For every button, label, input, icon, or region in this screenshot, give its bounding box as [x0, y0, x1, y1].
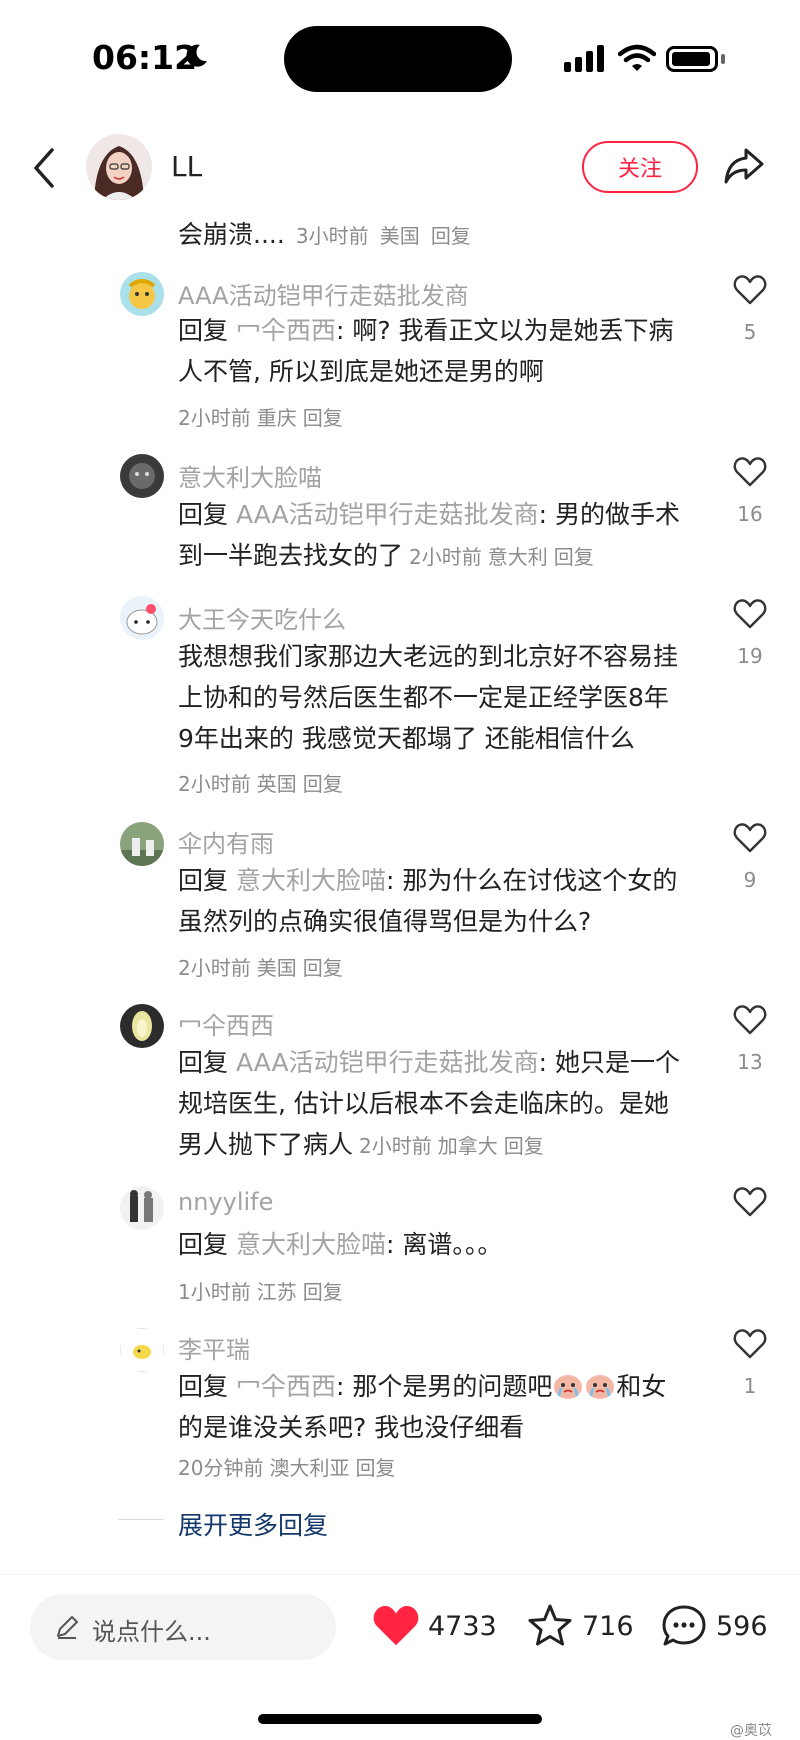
comment-time: 2小时前	[178, 406, 251, 430]
comment-time: 2小时前	[178, 956, 251, 980]
home-indicator	[258, 1714, 542, 1724]
reply-link[interactable]: 回复	[303, 406, 343, 430]
comment-location: 美国	[379, 224, 420, 248]
like-count: 1	[743, 1374, 757, 1398]
reply-link[interactable]: 回复	[303, 1280, 343, 1304]
comment-meta: 1小时前 江苏 回复	[178, 1276, 349, 1305]
comment-location: 江苏	[256, 1280, 297, 1304]
comment-time: 2小时前	[359, 1134, 432, 1158]
wifi-icon	[618, 44, 656, 71]
comment-text: 回复 意大利大脸喵: 那为什么在讨伐这个女的 虽然列的点确实很值得骂但是为什么?	[178, 866, 678, 936]
crying-emoji-icon	[586, 1375, 615, 1399]
comment-username[interactable]: 李平瑞	[178, 1330, 250, 1365]
like-count: 16	[737, 502, 763, 526]
comment-text: 我想想我们家那边大老远的到北京好不容易挂 上协和的号然后医生都不一定是正经学医8年…	[178, 642, 679, 753]
comment-location: 重庆	[256, 406, 297, 430]
bottom-divider	[0, 1574, 800, 1575]
comment-text: 回复 AAA活动铠甲行走菇批发商: 男的做手术 到一半跑去找女的了 2小时前 意大利回…	[178, 500, 681, 570]
signal-icon	[564, 45, 604, 72]
comment-username[interactable]: AAA活动铠甲行走菇批发商	[178, 276, 469, 311]
comment-meta: 20分钟前 澳大利亚 回复	[178, 1452, 401, 1481]
battery-nub	[721, 54, 725, 64]
comment-text: 回复 冖仐西西: 那个是男的问题吧 和女 的是谁没关系吧? 我也没仔细看	[178, 1372, 667, 1442]
comment-username[interactable]: 大王今天吃什么	[178, 600, 346, 635]
reply-link[interactable]: 回复	[504, 1134, 544, 1158]
user-avatar[interactable]	[120, 596, 164, 640]
share-icon[interactable]	[722, 146, 766, 186]
comment-meta: 2小时前 美国 回复	[178, 952, 349, 981]
pencil-icon	[57, 1616, 78, 1639]
comment-location: 意大利	[487, 545, 548, 569]
battery-icon	[666, 46, 718, 72]
partial-comment: 会崩溃.... 3小时前 美国 回复	[178, 214, 471, 255]
comment-username[interactable]: 意大利大脸喵	[178, 458, 322, 493]
comment-location: 澳大利亚	[269, 1456, 350, 1480]
comment-time: 1小时前	[178, 1280, 251, 1304]
watermark: @奥苡	[730, 1723, 772, 1739]
comment-bubble-icon[interactable]	[660, 1602, 708, 1650]
heart-outline-icon[interactable]	[733, 1186, 767, 1218]
comment-input-placeholder: 说点什么...	[92, 1618, 211, 1646]
comment-location: 英国	[256, 772, 297, 796]
user-avatar[interactable]	[120, 454, 164, 498]
like-count: 9	[743, 868, 757, 892]
reply-link[interactable]: 回复	[431, 224, 471, 248]
user-avatar[interactable]	[120, 822, 164, 866]
star-icon[interactable]	[526, 1602, 574, 1650]
comment-text: 会崩溃....	[178, 220, 285, 249]
comment-text: 回复 冖仐西西: 啊? 我看正文以为是她丢下病 人不管, 所以到底是她还是男的啊	[178, 316, 674, 386]
comment-meta: 2小时前 重庆 回复	[178, 402, 349, 431]
comment-location: 加拿大	[437, 1134, 498, 1158]
heart-outline-icon[interactable]	[733, 274, 767, 306]
user-avatar[interactable]	[120, 1186, 164, 1230]
user-avatar[interactable]	[120, 1004, 164, 1048]
comment-time: 3小时前	[295, 224, 369, 248]
comment-username[interactable]: 伞内有雨	[178, 824, 274, 859]
reply-link[interactable]: 回复	[355, 1456, 395, 1480]
comment-text: 回复 意大利大脸喵: 离谱。。。	[178, 1230, 503, 1259]
author-avatar[interactable]	[86, 134, 152, 200]
heart-outline-icon[interactable]	[733, 1328, 767, 1360]
heart-outline-icon[interactable]	[733, 598, 767, 630]
heart-outline-icon[interactable]	[733, 456, 767, 488]
author-name[interactable]: LL	[171, 150, 202, 183]
heart-outline-icon[interactable]	[733, 822, 767, 854]
like-count: 13	[737, 1050, 763, 1074]
comment-location: 美国	[256, 956, 297, 980]
comment-text: 回复 AAA活动铠甲行走菇批发商: 她只是一个 规培医生, 估计以后根本不会走临床…	[178, 1048, 681, 1159]
expand-more-replies[interactable]: 展开更多回复	[178, 1506, 328, 1542]
comment-username[interactable]: 冖仐西西	[178, 1006, 274, 1041]
comment-time: 2小时前	[409, 545, 482, 569]
reply-link[interactable]: 回复	[303, 956, 343, 980]
dynamic-island	[284, 26, 512, 92]
heart-outline-icon[interactable]	[733, 1004, 767, 1036]
post-like-count: 4733	[428, 1611, 497, 1642]
moon-icon	[186, 44, 207, 67]
post-comment-count: 596	[716, 1611, 768, 1642]
like-count: 5	[743, 320, 757, 344]
user-avatar[interactable]	[120, 272, 164, 316]
comment-username[interactable]: nnyylife	[178, 1188, 273, 1216]
back-icon[interactable]	[30, 146, 58, 190]
heart-filled-icon[interactable]	[372, 1604, 420, 1648]
user-avatar[interactable]	[120, 1328, 164, 1372]
comment-time: 2小时前	[178, 772, 251, 796]
reply-link[interactable]: 回复	[554, 545, 594, 569]
expand-divider	[118, 1519, 164, 1520]
reply-link[interactable]: 回复	[303, 772, 343, 796]
follow-button[interactable]: 关注	[582, 141, 698, 193]
post-favorite-count: 716	[582, 1611, 634, 1642]
comment-time: 20分钟前	[178, 1456, 264, 1480]
crying-emoji-icon	[554, 1375, 583, 1399]
like-count: 19	[737, 644, 763, 668]
comment-meta: 2小时前 英国 回复	[178, 768, 349, 797]
